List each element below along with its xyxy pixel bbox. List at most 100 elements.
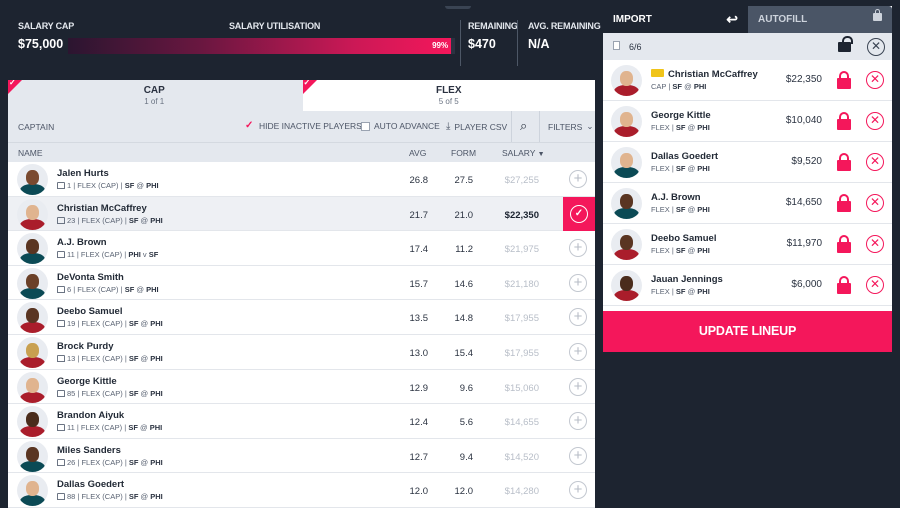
avatar-face (26, 412, 39, 428)
table-row[interactable]: Jalen Hurts 1 | FLEX (CAP) | SF @ PHI 26.8… (8, 162, 595, 197)
player-name: Brock Purdy (57, 341, 114, 352)
slot-tabs: ✓ CAP 1 of 1 ✓ FLEX 5 of 5 (8, 80, 595, 111)
add-player-button[interactable]: + (569, 412, 587, 431)
jersey-number: 6 (67, 284, 72, 294)
table-row[interactable]: George Kittle 85 | FLEX (CAP) | SF @ PHI 1… (8, 369, 595, 405)
lock-icon[interactable] (837, 235, 851, 253)
search-icon: ⌕ (520, 118, 528, 133)
import-tab[interactable]: IMPORT ↩ (603, 6, 748, 33)
avatar-jersey (20, 460, 45, 472)
lock-icon[interactable] (837, 276, 851, 294)
captain-badge-icon (651, 69, 664, 77)
table-row[interactable]: A.J. Brown 11 | FLEX (CAP) | PHI v SF 17.4… (8, 231, 595, 266)
autofill-tab[interactable]: AUTOFILL (748, 6, 892, 33)
player-name: A.J. Brown (57, 237, 107, 249)
lineup-row[interactable]: Deebo Samuel FLEX | SF @ PHI $11,970 ✕ (603, 224, 892, 265)
clear-icon[interactable] (613, 41, 620, 50)
lock-icon[interactable] (837, 194, 851, 212)
table-row[interactable]: Brandon Aiyuk 11 | FLEX (CAP) | SF @ PHI 1… (8, 404, 595, 439)
table-row[interactable]: Brock Purdy 13 | FLEX (CAP) | SF @ PHI 13.… (8, 335, 595, 370)
player-team: SF (128, 457, 139, 467)
matchup-separator: @ (687, 246, 696, 255)
jersey-number: 1 (67, 181, 72, 190)
player-avatar (17, 164, 48, 195)
remove-icon[interactable]: ✕ (866, 194, 884, 212)
player-avatar (17, 267, 48, 299)
lineup-slot: FLEX (651, 164, 670, 173)
table-row[interactable]: DeVonta Smith 6 | FLEX (CAP) | SF @ PHI 15… (8, 265, 595, 301)
add-player-button[interactable]: + (569, 308, 587, 327)
tab-flex-count: 5 of 5 (438, 97, 459, 106)
tab-flex[interactable]: ✓ FLEX 5 of 5 (302, 80, 595, 111)
player-opponent: PHI (150, 388, 163, 398)
remove-icon[interactable]: ✕ (866, 71, 884, 89)
lineup-player-salary: $9,520 (791, 156, 822, 167)
avatar-jersey (20, 322, 45, 334)
column-name[interactable]: NAME (18, 148, 43, 158)
jersey-icon (57, 320, 65, 328)
player-form: 9.6 (459, 382, 473, 394)
column-form[interactable]: FORM (451, 148, 476, 158)
remove-icon[interactable]: ✕ (866, 112, 884, 130)
avatar-jersey (20, 287, 45, 299)
player-csv-button[interactable]: ⤓ PLAYER CSV (446, 121, 507, 132)
player-salary: $17,955 (504, 348, 539, 359)
lineup-row[interactable]: Christian McCaffrey CAP | SF @ PHI $22,350… (603, 60, 892, 101)
remove-icon[interactable]: ✕ (866, 235, 884, 253)
table-row[interactable]: Christian McCaffrey 23 | FLEX (CAP) | SF … (8, 196, 595, 232)
lock-icon[interactable] (837, 71, 851, 89)
remove-player-button[interactable]: ✓ (563, 196, 595, 231)
matchup-separator: @ (136, 284, 144, 294)
add-player-button[interactable]: + (569, 377, 587, 396)
add-player-button[interactable]: + (569, 170, 587, 188)
player-form: 12.0 (454, 486, 474, 498)
avatar-face (620, 235, 633, 250)
add-player-button[interactable]: + (569, 239, 587, 258)
player-salary: $27,255 (504, 175, 539, 186)
auto-advance-toggle[interactable]: AUTO ADVANCE (361, 121, 440, 131)
tab-cap[interactable]: ✓ CAP 1 of 1 (8, 80, 303, 111)
column-avg[interactable]: AVG (409, 148, 426, 158)
captain-label: CAPTAIN (18, 122, 55, 132)
update-lineup-button[interactable]: UPDATE LINEUP (603, 311, 892, 352)
plus-icon: + (573, 170, 583, 187)
undo-icon[interactable]: ↩ (726, 11, 738, 28)
add-player-button[interactable]: + (569, 446, 587, 465)
lock-icon[interactable] (837, 112, 851, 130)
hide-inactive-toggle[interactable]: ✓ HIDE INACTIVE PLAYERS (245, 121, 362, 132)
auto-advance-label: AUTO ADVANCE (374, 121, 440, 131)
player-opponent: PHI (697, 287, 710, 296)
divider (460, 20, 461, 66)
lineup-player-name-row: Dallas Goedert (651, 151, 718, 162)
table-row[interactable]: Dallas Goedert 88 | FLEX (CAP) | SF @ PHI… (8, 473, 595, 508)
unlock-all-icon[interactable] (838, 36, 853, 52)
lineup-row[interactable]: A.J. Brown FLEX | SF @ PHI $14,650 ✕ (603, 183, 892, 224)
matchup-separator: @ (140, 388, 149, 398)
column-salary[interactable]: SALARY ▼ (502, 148, 545, 158)
add-player-button[interactable]: + (569, 481, 587, 500)
player-avg: 13.0 (409, 348, 429, 359)
player-position: FLEX (CAP) (81, 388, 123, 398)
table-row[interactable]: Deebo Samuel 19 | FLEX (CAP) | SF @ PHI 13… (8, 300, 595, 335)
remove-icon[interactable]: ✕ (866, 153, 884, 171)
avatar-face (26, 239, 39, 255)
player-avatar (611, 106, 642, 137)
filters-button[interactable]: FILTERS ⌄ (548, 121, 593, 132)
lineup-row[interactable]: Dallas Goedert FLEX | SF @ PHI $9,520 ✕ (603, 142, 892, 183)
lineup-player-salary: $10,040 (785, 115, 822, 126)
lineup-row[interactable]: George Kittle FLEX | SF @ PHI $10,040 ✕ (603, 101, 892, 142)
download-icon: ⤓ (446, 121, 451, 132)
matchup-separator: @ (140, 457, 149, 467)
clear-lineup-icon[interactable]: ✕ (867, 38, 885, 56)
remove-icon[interactable]: ✕ (866, 276, 884, 294)
lineup-row[interactable]: Jauan Jennings FLEX | SF @ PHI $6,000 ✕ (603, 265, 892, 306)
lock-icon[interactable] (837, 153, 851, 171)
lineup-count: 6/6 (629, 42, 642, 52)
player-avg: 12.4 (409, 417, 429, 429)
table-row[interactable]: Miles Sanders 26 | FLEX (CAP) | SF @ PHI 1… (8, 438, 595, 474)
add-player-button[interactable]: + (569, 343, 587, 361)
search-button[interactable]: ⌕ (520, 118, 527, 134)
player-info: 11 | FLEX (CAP) | PHI v SF (57, 250, 158, 259)
player-opponent: PHI (150, 215, 163, 225)
add-player-button[interactable]: + (569, 273, 587, 292)
